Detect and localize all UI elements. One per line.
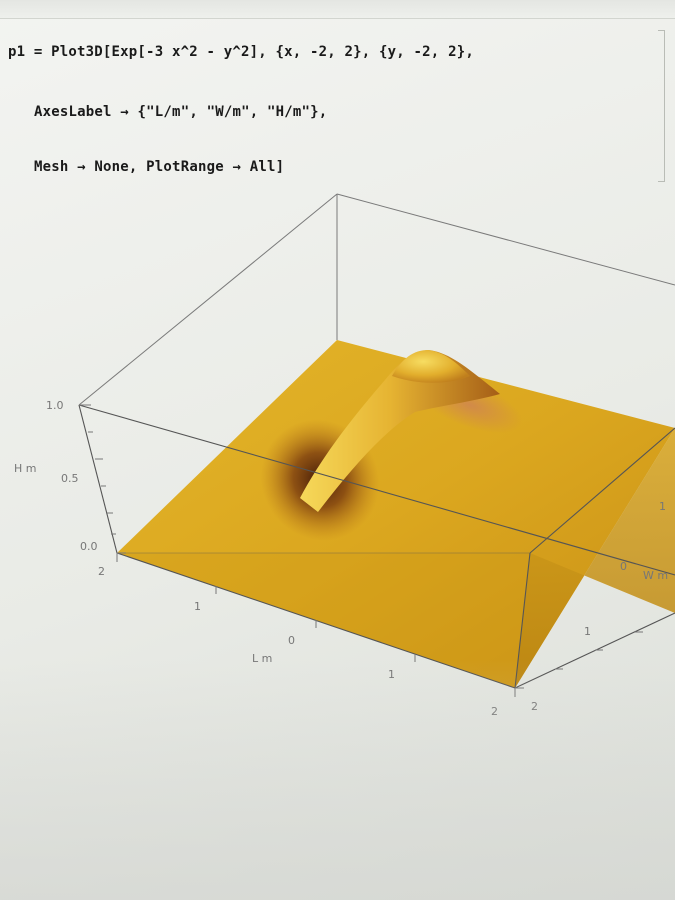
y-tick-0: 2 <box>531 700 538 713</box>
y-tick-1: 1 <box>584 625 591 638</box>
surface-side-front <box>117 553 530 688</box>
cell-bracket[interactable] <box>658 30 665 182</box>
x-tick-2: 0 <box>288 634 295 647</box>
z-axis-ticks <box>79 404 126 554</box>
x-tick-0: 2 <box>98 565 105 578</box>
code-line-plot3d[interactable]: p1 = Plot3D[Exp[-3 x^2 - y^2], {x, -2, 2… <box>8 44 474 60</box>
y-tick-2: 0 <box>620 560 627 573</box>
code-line-axeslabel[interactable]: AxesLabel → {"L/m", "W/m", "H/m"}, <box>34 104 327 120</box>
x-axis-label: L m <box>252 652 272 665</box>
z-tick-0.0: 0.0 <box>80 540 98 553</box>
y-tick-3: 1 <box>659 500 666 513</box>
notebook-top-bar <box>0 0 675 19</box>
z-axis-label: H m <box>14 462 36 475</box>
bump-peak <box>392 350 470 383</box>
z-tick-1.0: 1.0 <box>46 399 64 412</box>
y-axis-label: W m <box>643 569 668 582</box>
code-line-mesh[interactable]: Mesh → None, PlotRange → All] <box>34 159 284 175</box>
x-tick-4: 2 <box>491 705 498 718</box>
plot3d-graphic[interactable]: 1.0 0.5 0.0 H m 2 1 0 1 2 L m 2 1 0 1 W … <box>0 180 675 720</box>
x-tick-1: 1 <box>194 600 201 613</box>
z-tick-0.5: 0.5 <box>61 472 79 485</box>
x-tick-3: 1 <box>388 668 395 681</box>
